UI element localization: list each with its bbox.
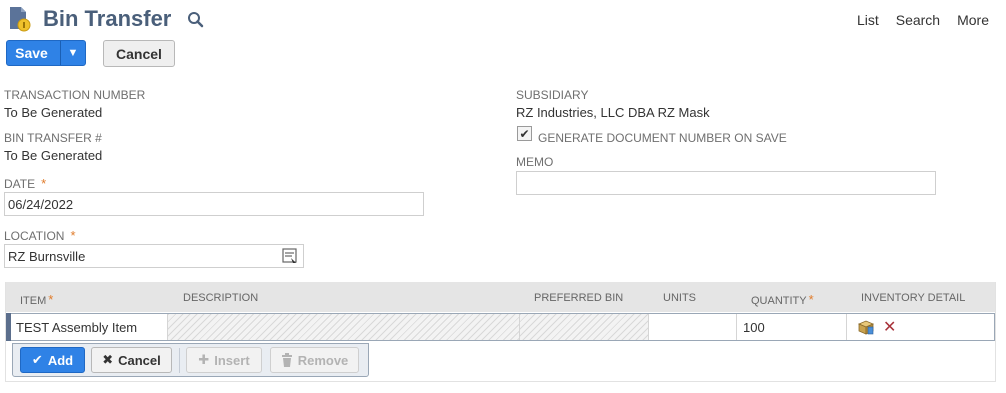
column-header-quantity-label: Quantity (751, 295, 807, 307)
column-header-item[interactable]: Item * (20, 292, 53, 307)
subsidiary-label: Subsidiary (516, 88, 589, 102)
required-marker: * (41, 176, 47, 191)
record-page-icon (9, 6, 31, 32)
subsidiary-value: RZ Industries, LLC DBA RZ Mask (516, 105, 710, 120)
memo-field[interactable] (516, 171, 936, 195)
cancel-button[interactable]: Cancel (103, 40, 175, 67)
action-bar-divider (179, 348, 180, 373)
date-value: 06/24/2022 (8, 196, 74, 212)
item-value: TEST Assembly Item (16, 319, 138, 335)
quantity-cell[interactable]: 100 (736, 314, 846, 340)
required-marker: * (808, 292, 814, 307)
trash-icon (281, 353, 293, 367)
column-header-units[interactable]: Units (663, 292, 696, 304)
plus-icon: ✚ (198, 352, 210, 367)
generate-document-number-label: Generate Document Number On Save (538, 131, 787, 145)
line-cancel-button-label: Cancel (118, 352, 161, 368)
location-field[interactable]: RZ Burnsville (4, 244, 304, 268)
save-button-label: Save (15, 45, 48, 61)
add-button-label: Add (47, 352, 74, 368)
date-label: Date (4, 177, 36, 191)
x-icon: ✖ (102, 352, 114, 367)
location-picker-icon[interactable] (282, 248, 298, 264)
remove-button: Remove (270, 347, 359, 373)
location-label: Location (4, 229, 65, 243)
line-cancel-button[interactable]: ✖ Cancel (91, 347, 172, 373)
sublist-action-bar: ✔ Add ✖ Cancel ✚ Insert Remove (12, 343, 369, 377)
more-link[interactable]: More (957, 12, 989, 28)
memo-label: Memo (516, 155, 554, 169)
top-nav-links: List Search More (857, 12, 989, 28)
required-marker: * (70, 228, 76, 243)
bin-transfer-number-value: To Be Generated (4, 148, 103, 163)
preferred-bin-cell (519, 314, 648, 340)
insert-button-label: Insert (214, 352, 250, 368)
save-button[interactable]: Save ▼ (6, 40, 86, 66)
bin-transfer-number-label: Bin Transfer # (4, 131, 102, 145)
add-button[interactable]: ✔ Add (20, 347, 85, 373)
row-selection-indicator (6, 313, 11, 341)
remove-button-label: Remove (297, 352, 349, 368)
check-icon: ✔ (31, 352, 43, 367)
required-marker: * (48, 292, 54, 307)
date-field[interactable]: 06/24/2022 (4, 192, 424, 216)
column-header-preferred-bin[interactable]: Preferred Bin (534, 292, 623, 304)
inventory-detail-cell: ✕ (846, 314, 993, 340)
check-icon: ✔ (519, 126, 530, 141)
insert-button: ✚ Insert (186, 347, 262, 373)
column-header-description[interactable]: Description (183, 292, 258, 304)
description-cell (167, 314, 519, 340)
delete-icon[interactable]: ✕ (883, 317, 896, 337)
item-cell[interactable]: TEST Assembly Item (11, 314, 167, 340)
search-link[interactable]: Search (896, 12, 940, 28)
location-label-group: Location * (4, 227, 76, 245)
date-label-group: Date * (4, 175, 46, 193)
transaction-number-value: To Be Generated (4, 105, 103, 120)
quantity-value: 100 (743, 319, 765, 335)
column-header-quantity[interactable]: Quantity * (751, 292, 814, 307)
units-cell[interactable] (648, 314, 736, 340)
inventory-detail-icon[interactable] (857, 318, 875, 336)
search-icon[interactable] (187, 11, 205, 29)
list-link[interactable]: List (857, 12, 879, 28)
table-row: TEST Assembly Item 100 ✕ (6, 313, 995, 341)
transaction-number-label: Transaction Number (4, 88, 146, 102)
dropdown-arrow-icon[interactable]: ▼ (61, 41, 85, 65)
generate-document-number-checkbox[interactable]: ✔ (517, 126, 532, 141)
column-header-inventory-detail[interactable]: Inventory Detail (861, 292, 965, 304)
location-value: RZ Burnsville (8, 248, 86, 264)
column-header-item-label: Item (20, 295, 47, 307)
page-title: Bin Transfer (43, 6, 172, 31)
sublist-header: Item * Description Preferred Bin Units Qu… (6, 282, 995, 312)
